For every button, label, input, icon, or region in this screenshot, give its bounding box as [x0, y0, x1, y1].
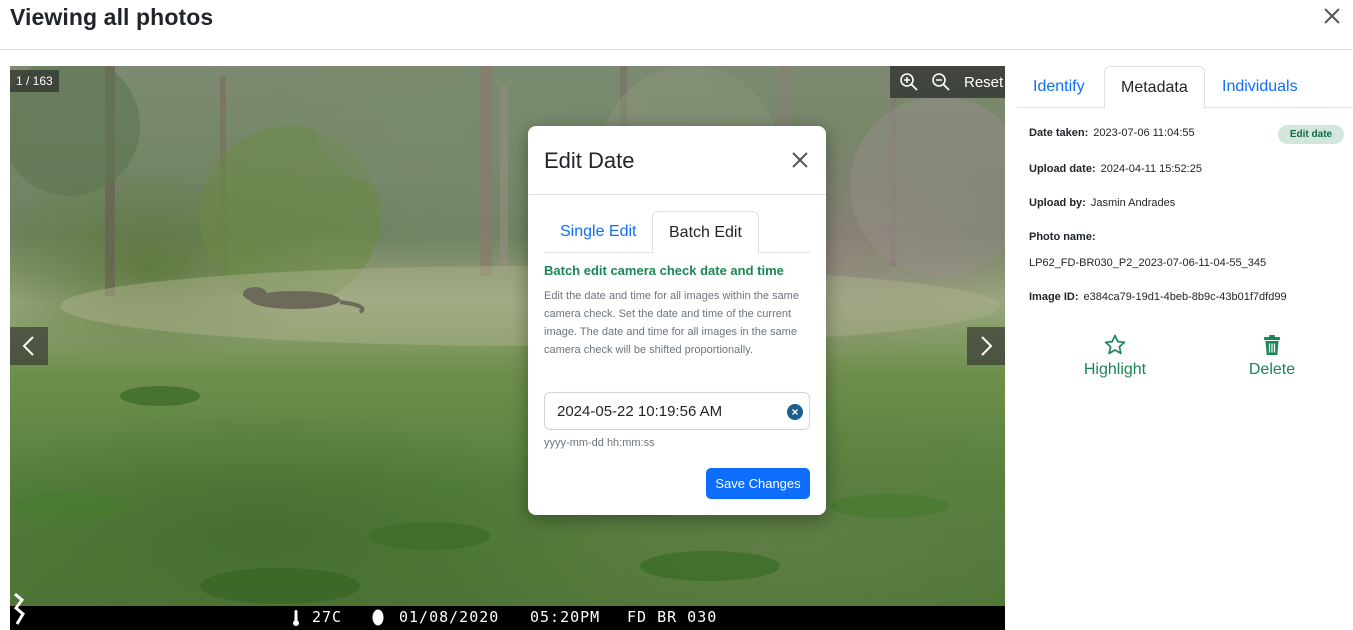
next-photo-button[interactable]	[967, 327, 1005, 365]
tab-metadata[interactable]: Metadata	[1104, 66, 1205, 109]
modal-header-bar: Viewing all photos	[0, 0, 1353, 50]
date-taken-label: Date taken:	[1029, 127, 1089, 139]
date-time-input[interactable]	[557, 393, 777, 429]
upload-date-label: Upload date:	[1029, 163, 1096, 175]
clear-icon	[792, 409, 798, 415]
batch-edit-description: Edit the date and time for all images wi…	[544, 290, 799, 356]
photo-name-label-row: Photo name:	[1029, 231, 1101, 243]
zoom-in-icon	[900, 73, 918, 91]
date-format-hint: yyyy-mm-dd hh:mm:ss	[544, 437, 655, 449]
camera-time: 05:20PM	[530, 608, 601, 626]
chevron-right-icon	[981, 336, 993, 356]
close-icon	[792, 152, 808, 168]
camera-info-strip: 27C 01/08/2020 05:20PM FD BR 030	[10, 592, 1005, 630]
camera-temperature: 27C	[312, 608, 343, 626]
star-icon	[1104, 334, 1126, 355]
page-title: Viewing all photos	[10, 4, 214, 30]
save-changes-button[interactable]: Save Changes	[706, 468, 810, 499]
image-id-value: e384ca79-19d1-4beb-8b9c-43b01f7dfd99	[1083, 291, 1287, 303]
edit-date-tabs: Single Edit Batch Edit	[544, 211, 810, 254]
edit-date-modal: Edit Date Single Edit Batch Edit Batch e…	[528, 126, 826, 515]
zoom-out-icon	[932, 73, 950, 91]
camera-id: FD BR 030	[627, 608, 718, 626]
image-id-row: Image ID: e384ca79-19d1-4beb-8b9c-43b01f7…	[1029, 291, 1287, 303]
delete-button[interactable]: Delete	[1243, 333, 1301, 379]
edit-date-modal-header: Edit Date	[528, 126, 826, 195]
photo-name-label: Photo name:	[1029, 231, 1096, 243]
camera-trap-photo	[10, 66, 1005, 626]
photo-counter: 1 / 163	[10, 70, 59, 92]
photo-name-value: LP62_FD-BR030_P2_2023-07-06-11-04-55_345	[1029, 257, 1267, 269]
upload-by-value: Jasmin Andrades	[1090, 197, 1176, 209]
zoom-controls: Reset	[890, 66, 1005, 98]
close-viewer-button[interactable]	[1319, 3, 1345, 29]
chevron-left-icon	[22, 336, 34, 356]
clear-date-button[interactable]	[787, 404, 803, 420]
previous-photo-button[interactable]	[10, 327, 48, 365]
date-taken-row: Date taken: 2023-07-06 11:04:55	[1029, 127, 1195, 139]
tab-single-edit[interactable]: Single Edit	[544, 211, 653, 253]
batch-edit-heading: Batch edit camera check date and time	[544, 263, 784, 278]
tab-identify[interactable]: Identify	[1017, 66, 1101, 108]
image-id-label: Image ID:	[1029, 291, 1079, 303]
date-time-field[interactable]	[544, 392, 810, 430]
upload-by-row: Upload by: Jasmin Andrades	[1029, 197, 1175, 209]
camera-brand-logo-icon	[13, 592, 25, 625]
trash-icon	[1264, 335, 1280, 355]
zoom-out-button[interactable]	[928, 69, 954, 95]
thermometer-icon	[293, 610, 299, 626]
edit-date-modal-title: Edit Date	[544, 148, 635, 173]
upload-date-value: 2024-04-11 15:52:25	[1100, 163, 1202, 175]
delete-label: Delete	[1248, 361, 1296, 378]
close-icon	[1324, 8, 1340, 24]
moon-phase-icon	[372, 609, 384, 626]
close-edit-date-button[interactable]	[788, 148, 812, 172]
photo-scene	[10, 66, 1005, 604]
highlight-label: Highlight	[1083, 361, 1147, 378]
tab-batch-edit[interactable]: Batch Edit	[652, 211, 759, 254]
tab-individuals[interactable]: Individuals	[1206, 66, 1314, 108]
photo-detail-tabs: Identify Metadata Individuals	[1017, 66, 1353, 109]
date-taken-value: 2023-07-06 11:04:55	[1093, 127, 1195, 139]
upload-by-label: Upload by:	[1029, 197, 1086, 209]
reset-zoom-button[interactable]: Reset	[964, 74, 1003, 91]
upload-date-row: Upload date: 2024-04-11 15:52:25	[1029, 163, 1202, 175]
zoom-in-button[interactable]	[896, 69, 922, 95]
camera-date: 01/08/2020	[399, 608, 500, 626]
edit-date-button[interactable]: Edit date	[1278, 125, 1344, 144]
highlight-button[interactable]: Highlight	[1079, 333, 1151, 379]
